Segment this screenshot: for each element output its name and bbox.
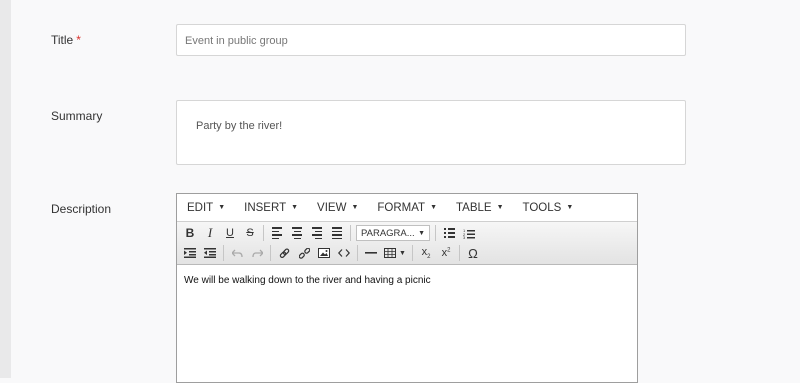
strikethrough-button[interactable]: S <box>240 224 260 242</box>
bold-button[interactable]: B <box>180 224 200 242</box>
menu-edit[interactable]: EDIT ▼ <box>187 202 225 214</box>
align-right-button[interactable] <box>307 224 327 242</box>
svg-text:3: 3 <box>463 235 466 239</box>
menu-view[interactable]: VIEW ▼ <box>317 202 358 214</box>
redo-button[interactable] <box>247 244 267 262</box>
indent-button[interactable] <box>200 244 220 262</box>
superscript-icon: x2 <box>441 247 451 259</box>
subscript-button[interactable]: x2 <box>416 244 436 262</box>
remove-link-button[interactable] <box>294 244 314 262</box>
editor-toolbar: B I U S PARAGRA... ▼ 1 2 3 ▼ x2 x2 Ω <box>177 222 637 265</box>
table-icon <box>384 248 397 258</box>
menu-tools[interactable]: TOOLS ▼ <box>523 202 574 214</box>
bullet-list-icon <box>443 228 455 238</box>
menu-table[interactable]: TABLE ▼ <box>456 202 504 214</box>
align-left-icon <box>272 227 282 239</box>
numbered-list-icon: 1 2 3 <box>463 228 475 239</box>
undo-icon <box>231 249 243 257</box>
chevron-down-icon: ▼ <box>418 229 425 237</box>
summary-textarea[interactable]: Party by the river! <box>176 100 686 165</box>
format-select[interactable]: PARAGRA... ▼ <box>356 225 430 241</box>
code-icon <box>338 249 350 257</box>
numbered-list-button[interactable]: 1 2 3 <box>459 224 479 242</box>
title-label: Title * <box>51 33 81 47</box>
undo-button[interactable] <box>227 244 247 262</box>
subscript-icon: x2 <box>421 245 431 261</box>
underline-button[interactable]: U <box>220 224 240 242</box>
title-input[interactable]: Event in public group <box>176 24 686 56</box>
align-center-button[interactable] <box>287 224 307 242</box>
horizontal-rule-icon <box>365 252 377 254</box>
align-center-icon <box>292 227 302 239</box>
unlink-icon <box>298 247 310 259</box>
insert-link-button[interactable] <box>274 244 294 262</box>
menu-insert[interactable]: INSERT ▼ <box>244 202 298 214</box>
justify-icon <box>332 227 342 239</box>
table-button[interactable]: ▼ <box>381 244 409 262</box>
description-label: Description <box>51 202 112 216</box>
superscript-button[interactable]: x2 <box>436 244 456 262</box>
justify-button[interactable] <box>327 224 347 242</box>
special-character-button[interactable]: Ω <box>463 244 483 262</box>
editor-content[interactable]: We will be walking down to the river and… <box>177 265 637 296</box>
editor-menubar: EDIT ▼ INSERT ▼ VIEW ▼ FORMAT ▼ TABLE ▼ TOOLS… <box>177 194 637 222</box>
outdent-icon <box>184 248 196 258</box>
image-icon <box>318 248 330 258</box>
insert-image-button[interactable] <box>314 244 334 262</box>
indent-icon <box>204 248 216 258</box>
horizontal-rule-button[interactable] <box>361 244 381 262</box>
italic-button[interactable]: I <box>200 224 220 242</box>
align-left-button[interactable] <box>267 224 287 242</box>
source-code-button[interactable] <box>334 244 354 262</box>
summary-label: Summary <box>51 109 103 123</box>
chevron-down-icon: ▼ <box>399 249 406 257</box>
outdent-button[interactable] <box>180 244 200 262</box>
redo-icon <box>251 249 263 257</box>
menu-format[interactable]: FORMAT ▼ <box>377 202 437 214</box>
required-mark: * <box>76 33 81 47</box>
link-icon <box>279 247 289 258</box>
bullet-list-button[interactable] <box>439 224 459 242</box>
left-strip <box>0 0 11 378</box>
rich-text-editor: EDIT ▼ INSERT ▼ VIEW ▼ FORMAT ▼ TABLE ▼ TOOLS… <box>176 193 638 383</box>
align-right-icon <box>312 227 322 239</box>
